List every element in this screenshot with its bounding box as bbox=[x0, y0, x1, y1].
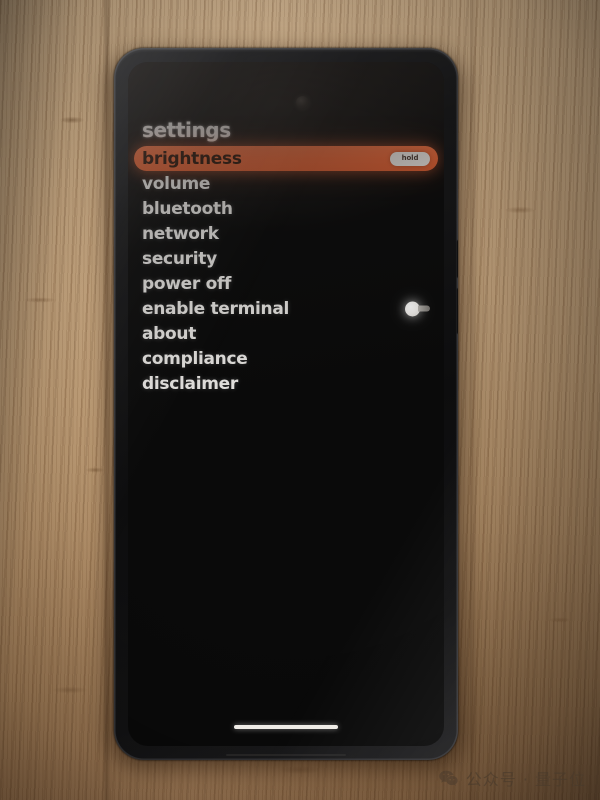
wechat-icon bbox=[439, 770, 458, 786]
menu-item-bluetooth[interactable]: bluetooth bbox=[128, 196, 444, 221]
menu-item-label: network bbox=[142, 223, 219, 244]
menu-item-network[interactable]: network bbox=[128, 221, 444, 246]
menu-item-disclaimer[interactable]: disclaimer bbox=[128, 371, 444, 396]
watermark-text: 公众号 · 量子位 bbox=[465, 770, 586, 789]
menu-item-about[interactable]: about bbox=[128, 321, 444, 346]
menu-item-label: enable terminal bbox=[142, 298, 290, 319]
menu-item-label: brightness bbox=[142, 148, 242, 169]
knob-tail-icon bbox=[418, 305, 430, 312]
menu-item-power-off[interactable]: power off bbox=[128, 271, 444, 296]
front-camera-icon bbox=[296, 96, 309, 109]
volume-button[interactable] bbox=[457, 288, 458, 334]
menu-item-label: security bbox=[142, 248, 217, 269]
settings-menu: brightness hold volume bluetooth network bbox=[128, 146, 444, 396]
menu-item-compliance[interactable]: compliance bbox=[128, 346, 444, 371]
scroll-knob-indicator[interactable] bbox=[405, 301, 430, 316]
bottom-speaker-grille bbox=[226, 754, 346, 756]
menu-item-label: compliance bbox=[142, 348, 248, 369]
settings-app: settings brightness hold volume bluetoot… bbox=[128, 62, 444, 746]
hold-badge: hold bbox=[390, 151, 430, 166]
wood-plank-seam-right bbox=[470, 0, 476, 800]
menu-item-label: volume bbox=[142, 173, 211, 194]
menu-item-security[interactable]: security bbox=[128, 246, 444, 271]
photo-scene: settings brightness hold volume bluetoot… bbox=[0, 0, 600, 800]
smartphone-device: settings brightness hold volume bluetoot… bbox=[114, 48, 458, 760]
menu-item-volume[interactable]: volume bbox=[128, 171, 444, 196]
menu-item-label: about bbox=[142, 323, 197, 344]
watermark: 公众号 · 量子位 bbox=[438, 766, 586, 790]
page-title: settings bbox=[142, 118, 231, 142]
hold-badge-label: hold bbox=[401, 154, 419, 162]
power-button[interactable] bbox=[457, 240, 458, 278]
phone-screen[interactable]: settings brightness hold volume bluetoot… bbox=[128, 62, 444, 746]
menu-item-label: bluetooth bbox=[142, 198, 233, 219]
menu-item-label: power off bbox=[142, 273, 232, 294]
menu-item-label: disclaimer bbox=[142, 373, 238, 394]
menu-item-enable-terminal[interactable]: enable terminal bbox=[128, 296, 444, 321]
home-indicator[interactable] bbox=[234, 725, 338, 729]
menu-item-brightness[interactable]: brightness hold bbox=[134, 146, 438, 171]
